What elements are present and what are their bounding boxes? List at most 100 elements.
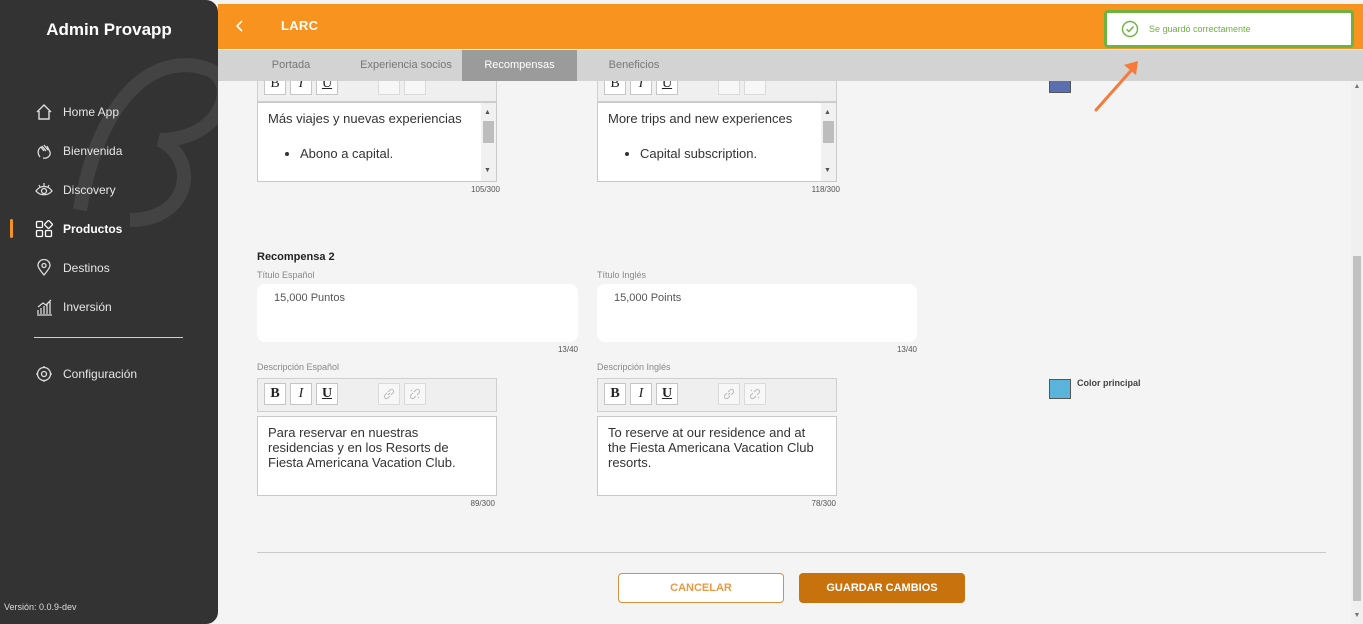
- char-counter: 78/300: [811, 499, 836, 508]
- scroll-up-arrow-icon[interactable]: ▲: [1353, 83, 1361, 91]
- editor-text: To reserve at our residence and at the F…: [608, 425, 814, 470]
- scrollbar-thumb[interactable]: [1353, 256, 1361, 601]
- tab-bar: Portada Experiencia socios Recompensas B…: [218, 50, 1363, 81]
- bar-chart-icon: [35, 298, 53, 316]
- link-icon: [383, 388, 395, 400]
- sidebar-item-destinos[interactable]: Destinos: [0, 248, 218, 287]
- editor-toolbar-en-1: B I U: [597, 81, 837, 102]
- page-title: LARC: [281, 18, 319, 33]
- content-divider: [257, 552, 1326, 553]
- brand-title: Admin Provapp: [46, 20, 172, 39]
- char-counter: 13/40: [557, 345, 578, 354]
- link-button[interactable]: [378, 81, 400, 95]
- page-scrollbar[interactable]: ▲ ▼: [1351, 81, 1363, 624]
- char-counter: 105/300: [471, 185, 500, 194]
- link-button[interactable]: [718, 383, 740, 405]
- sidebar-item-productos[interactable]: Productos: [0, 209, 218, 248]
- sidebar-item-bienvenida[interactable]: Bienvenida: [0, 131, 218, 170]
- save-button[interactable]: GUARDAR CAMBIOS: [799, 573, 965, 603]
- section-title: Recompensa 2: [257, 251, 335, 263]
- editor-text: More trips and new experiences: [608, 111, 793, 126]
- unlink-button[interactable]: [744, 81, 766, 95]
- italic-button[interactable]: I: [290, 383, 312, 405]
- editor-text: Para reservar en nuestras residencias y …: [268, 425, 456, 470]
- sidebar-item-label: Productos: [63, 221, 123, 236]
- title-en-input[interactable]: 15,000 Points: [597, 284, 917, 342]
- chevron-left-icon: [235, 20, 243, 32]
- color-principal-label: Color principal: [1077, 378, 1141, 388]
- desc-es-editor-2[interactable]: Para reservar en nuestras residencias y …: [257, 416, 497, 496]
- sidebar-nav: Home App Bienvenida Discovery Productos: [0, 92, 218, 326]
- waving-hand-icon: [35, 142, 53, 160]
- sidebar-item-label: Inversión: [63, 299, 112, 314]
- char-counter: 13/40: [896, 345, 917, 354]
- title-en-label: Título Inglés: [597, 270, 647, 280]
- success-toast: Se guardó correctamente: [1104, 10, 1354, 48]
- unlink-icon: [749, 388, 761, 400]
- underline-button[interactable]: U: [316, 81, 338, 95]
- eye-icon: [35, 181, 53, 199]
- app-root: Admin Provapp Home App Bienvenida Discov…: [0, 0, 1363, 624]
- underline-button[interactable]: U: [316, 383, 338, 405]
- title-es-input[interactable]: 15,000 Puntos: [257, 284, 578, 342]
- link-button[interactable]: [718, 81, 740, 95]
- tab-recompensas[interactable]: Recompensas: [462, 50, 577, 81]
- color-swatch-principal[interactable]: [1049, 379, 1071, 399]
- editor-toolbar-en-2: B I U: [597, 378, 837, 412]
- main-content: B I U Más viajes y nuevas experiencias A…: [218, 81, 1351, 624]
- version-text: Versión: 0.0.9-dev: [4, 602, 77, 612]
- sidebar-divider: [34, 337, 183, 338]
- bold-button[interactable]: B: [264, 81, 286, 95]
- char-counter: 118/300: [811, 185, 840, 194]
- italic-button[interactable]: I: [630, 383, 652, 405]
- underline-button[interactable]: U: [656, 383, 678, 405]
- unlink-button[interactable]: [404, 383, 426, 405]
- tab-experiencia-socios[interactable]: Experiencia socios: [352, 50, 460, 81]
- grid-icon: [35, 219, 53, 238]
- sidebar-item-label: Destinos: [63, 260, 110, 275]
- unlink-button[interactable]: [404, 81, 426, 95]
- unlink-button[interactable]: [744, 383, 766, 405]
- editor-text: Más viajes y nuevas experiencias: [268, 111, 462, 126]
- editor-toolbar-es-2: B I U: [257, 378, 497, 412]
- cancel-button[interactable]: CANCELAR: [618, 573, 784, 603]
- map-pin-icon: [35, 258, 53, 277]
- editor-bullet: Capital subscription.: [640, 146, 826, 161]
- sidebar-item-discovery[interactable]: Discovery: [0, 170, 218, 209]
- link-icon: [723, 388, 735, 400]
- bold-button[interactable]: B: [604, 383, 626, 405]
- desc-en-editor-2[interactable]: To reserve at our residence and at the F…: [597, 416, 837, 496]
- sidebar-item-configuracion[interactable]: Configuración: [0, 354, 218, 393]
- bold-button[interactable]: B: [264, 383, 286, 405]
- back-button[interactable]: [230, 16, 250, 36]
- editor-bullet: Abono a capital.: [300, 146, 486, 161]
- title-es-label: Título Español: [257, 270, 315, 280]
- desc-en-label: Descripción Inglés: [597, 362, 671, 372]
- desc-es-editor-1[interactable]: Más viajes y nuevas experiencias Abono a…: [257, 102, 497, 182]
- editor-scrollbar[interactable]: ▲ ▼: [481, 103, 496, 181]
- sidebar-item-label: Home App: [63, 104, 120, 119]
- tab-portada[interactable]: Portada: [256, 50, 326, 81]
- tab-beneficios[interactable]: Beneficios: [596, 50, 672, 81]
- sidebar-item-home-app[interactable]: Home App: [0, 92, 218, 131]
- check-circle-icon: [1121, 20, 1139, 38]
- desc-es-label: Descripción Español: [257, 362, 340, 372]
- italic-button[interactable]: I: [290, 81, 312, 95]
- italic-button[interactable]: I: [630, 81, 652, 95]
- link-button[interactable]: [378, 383, 400, 405]
- editor-scrollbar[interactable]: ▲ ▼: [821, 103, 836, 181]
- sidebar-item-label: Configuración: [63, 366, 138, 381]
- unlink-icon: [409, 388, 421, 400]
- home-icon: [35, 103, 53, 121]
- color-swatch-1[interactable]: [1049, 81, 1071, 93]
- underline-button[interactable]: U: [656, 81, 678, 95]
- editor-toolbar-es-1: B I U: [257, 81, 497, 102]
- sidebar-item-inversion[interactable]: Inversión: [0, 287, 218, 326]
- desc-en-editor-1[interactable]: More trips and new experiences Capital s…: [597, 102, 837, 182]
- char-counter: 89/300: [470, 499, 495, 508]
- gear-icon: [35, 365, 53, 383]
- sidebar-item-label: Discovery: [63, 182, 116, 197]
- sidebar: Admin Provapp Home App Bienvenida Discov…: [0, 0, 218, 624]
- scroll-down-arrow-icon[interactable]: ▼: [1353, 612, 1361, 620]
- bold-button[interactable]: B: [604, 81, 626, 95]
